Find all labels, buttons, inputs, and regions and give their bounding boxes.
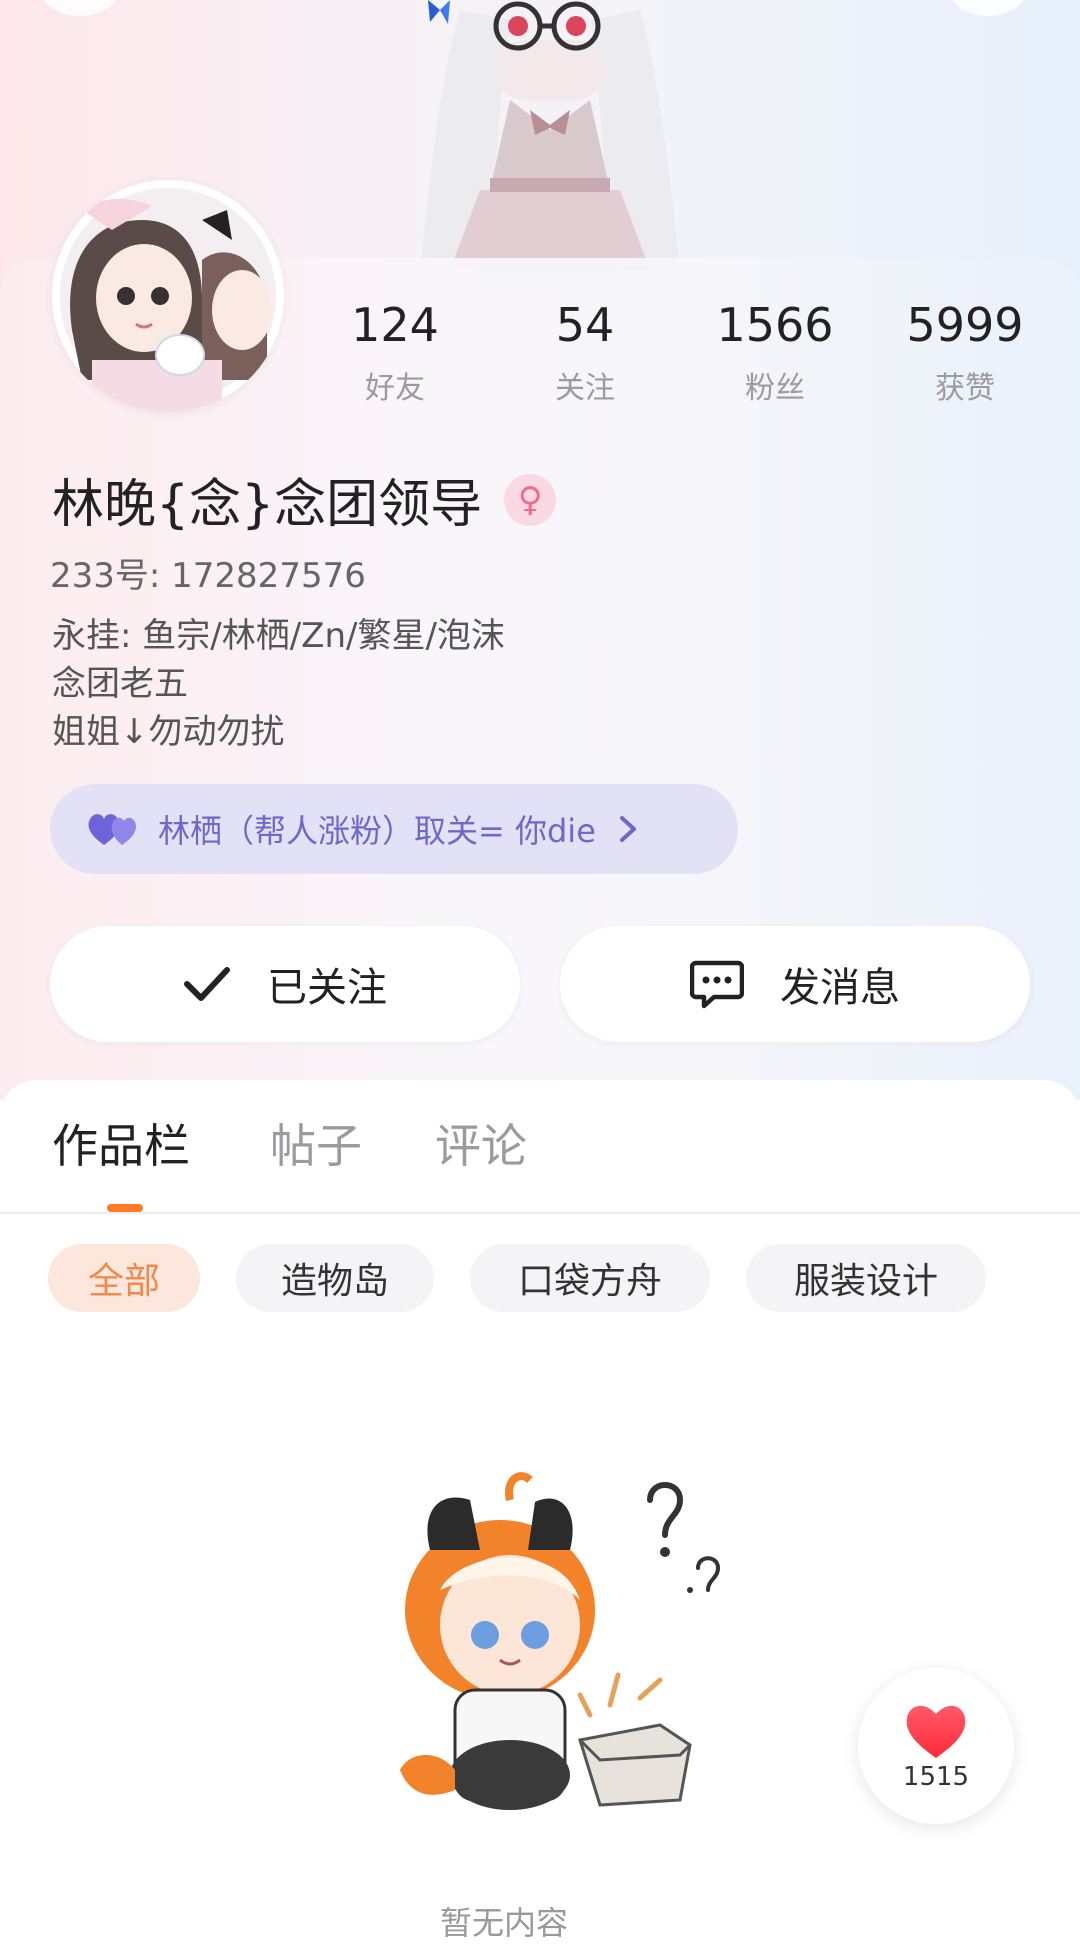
stat-friends[interactable]: 124 好友 <box>300 295 490 415</box>
stat-following[interactable]: 54 关注 <box>490 295 680 415</box>
banner-character-image <box>420 0 680 270</box>
chat-bubble-icon <box>690 960 744 1009</box>
back-button[interactable] <box>40 0 120 16</box>
avatar[interactable] <box>52 180 284 412</box>
tab-indicator <box>107 1204 143 1212</box>
stat-label: 好友 <box>365 371 425 406</box>
like-button[interactable]: 1515 <box>858 1668 1014 1824</box>
message-button[interactable]: 发消息 <box>560 926 1030 1042</box>
profile-stats: 124 好友 54 关注 1566 粉丝 5999 获赞 <box>300 295 1060 415</box>
tab-posts[interactable]: 帖子 <box>270 1110 362 1176</box>
filter-fashion-design[interactable]: 服装设计 <box>746 1244 986 1312</box>
female-icon: ♀ <box>504 473 557 526</box>
filter-pocket-ark[interactable]: 口袋方舟 <box>470 1244 710 1312</box>
name-row: 林晚{念}念团领导 ♀ <box>52 462 557 537</box>
follow-button-label: 已关注 <box>267 965 387 1011</box>
stat-label: 粉丝 <box>745 371 805 406</box>
check-icon <box>184 967 230 1001</box>
follow-button[interactable]: 已关注 <box>50 926 520 1042</box>
tabs-divider <box>0 1212 1080 1214</box>
double-heart-icon <box>88 814 136 845</box>
bio: 永挂: 鱼宗/林栖/Zn/繁星/泡沫 念团老五 姐姐↓勿动勿扰 <box>52 612 505 756</box>
message-button-label: 发消息 <box>780 965 900 1011</box>
chevron-right-icon <box>619 816 636 842</box>
bio-line: 念团老五 <box>52 664 188 704</box>
tab-works[interactable]: 作品栏 <box>52 1110 190 1176</box>
tab-comments[interactable]: 评论 <box>435 1110 527 1176</box>
fan-group-badge[interactable]: 林栖（帮人涨粉）取关= 你die <box>50 784 738 874</box>
heart-icon <box>906 1705 966 1758</box>
avatar-image <box>60 188 276 412</box>
bio-line: 姐姐↓勿动勿扰 <box>52 712 285 752</box>
stat-label: 获赞 <box>935 371 995 406</box>
filter-all[interactable]: 全部 <box>48 1244 200 1312</box>
like-count: 1515 <box>902 1762 970 1792</box>
user-id[interactable]: 233号: 172827576 <box>50 548 366 597</box>
stat-value: 124 <box>351 298 439 352</box>
more-button[interactable] <box>948 0 1028 16</box>
bio-line: 永挂: 鱼宗/林栖/Zn/繁星/泡沫 <box>52 616 505 656</box>
stat-label: 关注 <box>555 371 615 406</box>
stat-value: 5999 <box>906 298 1024 352</box>
empty-state-text: 暂无内容 <box>440 1904 569 1942</box>
content-tabs: 作品栏 帖子 评论 <box>0 1110 1080 1210</box>
stat-value: 1566 <box>716 298 834 352</box>
filter-creation-island[interactable]: 造物岛 <box>236 1244 434 1312</box>
stat-fans[interactable]: 1566 粉丝 <box>680 295 870 415</box>
username: 林晚{念}念团领导 <box>52 475 483 535</box>
empty-state-illustration <box>400 1472 721 1810</box>
stat-likes[interactable]: 5999 获赞 <box>870 295 1060 415</box>
stat-value: 54 <box>555 298 615 352</box>
fan-group-label: 林栖（帮人涨粉）取关= 你die <box>158 812 596 850</box>
